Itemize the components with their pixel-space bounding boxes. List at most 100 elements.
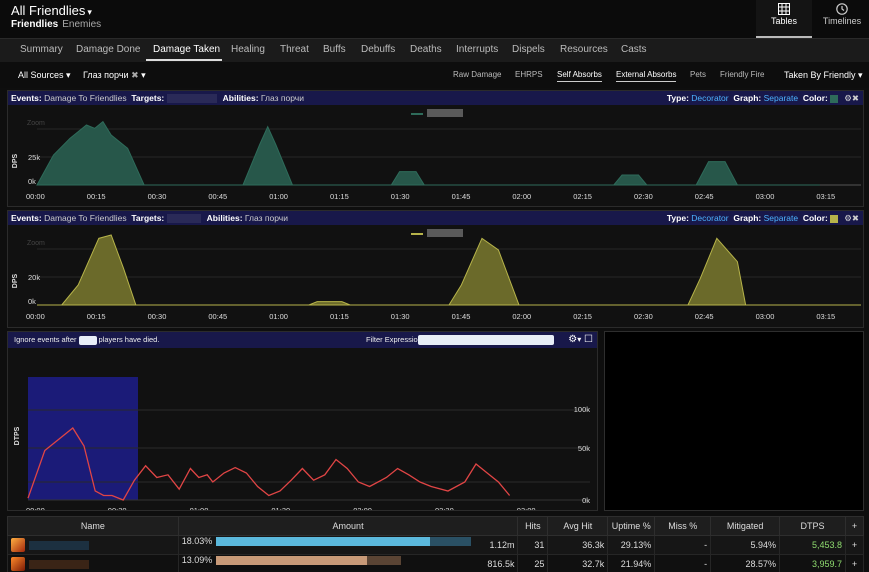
hits-cell: 25 (517, 554, 549, 572)
grid-icon (778, 3, 790, 15)
dtps-panel: Ignore events after players have died. Fi… (7, 331, 598, 515)
expand-button[interactable]: + (844, 535, 865, 555)
col-uptime[interactable]: Uptime % (607, 516, 656, 536)
col-avg-hit[interactable]: Avg Hit (547, 516, 609, 536)
option-self-absorbs[interactable]: Self Absorbs (557, 70, 602, 82)
x-tick-label: 02:00 (353, 506, 372, 510)
x-tick-label: 02:15 (573, 312, 592, 321)
option-pets[interactable]: Pets (690, 70, 706, 79)
close-icon[interactable]: ✖ (852, 213, 859, 223)
tab-summary[interactable]: Summary (20, 44, 63, 55)
tab-deaths[interactable]: Deaths (410, 44, 442, 55)
dtps-chart: DTPS 100k 50k 0k 00:00 00:30 01:00 01:30 02:00 02… (14, 377, 590, 515)
col-name[interactable]: Name (7, 516, 179, 536)
x-tick-label: 03:15 (816, 312, 835, 321)
tab-buffs[interactable]: Buffs (323, 44, 346, 55)
tab-bar: Summary Damage Done Damage Taken Healing… (0, 38, 869, 62)
option-external-absorbs[interactable]: External Absorbs (616, 70, 677, 82)
option-ehrps[interactable]: EHRPS (515, 70, 543, 79)
color-swatch[interactable] (829, 214, 838, 223)
y-tick-label: 20k (28, 273, 40, 282)
tab-damage-taken[interactable]: Damage Taken (153, 44, 220, 55)
ability-label: Глаз порчи (83, 70, 129, 80)
tab-threat[interactable]: Threat (280, 44, 309, 55)
type-value[interactable]: Decorator (691, 93, 728, 103)
report-title-dropdown[interactable]: All Friendlies ▾ (11, 3, 92, 18)
enemies-link[interactable]: Enemies (62, 19, 101, 30)
hits-cell: 31 (517, 535, 549, 555)
avg-hit-cell: 32.7k (547, 554, 609, 572)
graph-value[interactable]: Separate (764, 213, 799, 223)
targets-label: Targets: (131, 213, 165, 223)
remove-filter-icon[interactable]: ✖ (131, 70, 139, 80)
events-label: Events: (11, 213, 42, 223)
x-tick-label: 02:45 (695, 312, 714, 321)
friendlies-link[interactable]: Friendlies (11, 19, 58, 30)
legend-swatch (411, 233, 423, 235)
tab-debuffs[interactable]: Debuffs (361, 44, 395, 55)
tab-resources[interactable]: Resources (560, 44, 608, 55)
graph-value[interactable]: Separate (764, 93, 799, 103)
color-swatch[interactable] (829, 94, 838, 103)
abilities-value[interactable]: Глаз порчи (261, 93, 304, 103)
graph-2-settings: Type: Decorator Graph: Separate Color: ⚙… (667, 211, 859, 225)
type-value[interactable]: Decorator (691, 213, 728, 223)
table-header-row: Name Amount Hits Avg Hit Uptime % Miss %… (7, 516, 865, 536)
expand-button[interactable]: + (844, 554, 865, 572)
taken-by-dropdown[interactable]: Taken By Friendly ▾ (784, 70, 863, 81)
col-hits[interactable]: Hits (517, 516, 549, 536)
maximize-icon[interactable]: ☐ (584, 334, 593, 345)
targets-value[interactable] (167, 214, 202, 224)
filter-expression-input[interactable] (418, 335, 554, 345)
x-tick-label: 00:00 (26, 506, 45, 510)
name-cell[interactable] (7, 535, 179, 555)
timelines-view-button[interactable]: Timelines (814, 0, 869, 38)
gear-icon[interactable]: ⚙ (568, 334, 577, 345)
filter-bar: All Sources ▾ Глаз порчи ✖ ▾ Raw Damage … (0, 62, 869, 88)
abilities-value[interactable]: Глаз порчи (245, 213, 288, 223)
tables-view-button[interactable]: Tables (756, 0, 812, 38)
name-cell[interactable] (7, 554, 179, 572)
y-tick-label: 0k (28, 297, 36, 306)
graph-1-settings: Type: Decorator Graph: Separate Color: ⚙… (667, 91, 859, 105)
amount-percent: 13.09% (181, 555, 213, 565)
caret-down-icon[interactable]: ▾ (577, 335, 581, 344)
amount-value: 816.5k (487, 559, 515, 569)
graph-2-chart: Zoom DPS 20k 0k 00:00 00:15 00:30 00:45 01:00 01:… (12, 229, 861, 321)
col-mitigated[interactable]: Mitigated (710, 516, 781, 536)
mitigated-cell: 5.94% (710, 535, 781, 555)
x-tick-label: 00:15 (87, 192, 106, 201)
amount-percent: 18.03% (181, 536, 213, 546)
targets-value[interactable] (167, 94, 218, 104)
table-row[interactable]: 13.09% 816.5k 25 32.7k 21.94% - 28.57% 3,… (7, 554, 865, 572)
table-row[interactable]: 18.03% 1.12m 31 36.3k 29.13% - 5.94% 5,45… (7, 535, 865, 555)
tab-dispels[interactable]: Dispels (512, 44, 545, 55)
type-label: Type: (666, 213, 689, 223)
events-value[interactable]: Damage To Friendlies (44, 213, 127, 223)
graph-panel-2: Events: Damage To Friendlies Targets: Ab… (7, 210, 864, 328)
sources-dropdown[interactable]: All Sources ▾ (18, 70, 71, 81)
gear-icon[interactable]: ⚙ (844, 93, 852, 103)
tab-casts[interactable]: Casts (621, 44, 647, 55)
x-tick-label: 02:00 (512, 312, 531, 321)
option-friendly-fire[interactable]: Friendly Fire (720, 70, 764, 79)
tab-interrupts[interactable]: Interrupts (456, 44, 498, 55)
tab-damage-done[interactable]: Damage Done (76, 44, 140, 55)
y-axis-label: DPS (12, 273, 19, 288)
close-icon[interactable]: ✖ (852, 93, 859, 103)
player-name[interactable] (29, 559, 89, 569)
player-name[interactable] (29, 540, 89, 550)
graph-1-header: Events: Damage To Friendlies Targets: Ab… (8, 91, 863, 105)
col-miss[interactable]: Miss % (654, 516, 712, 536)
ability-filter[interactable]: Глаз порчи ✖ ▾ (83, 70, 146, 81)
ignore-deaths-input[interactable] (78, 335, 97, 345)
events-value[interactable]: Damage To Friendlies (44, 93, 127, 103)
amount-cell: 13.09% 816.5k (177, 554, 519, 572)
tab-healing[interactable]: Healing (231, 44, 265, 55)
option-raw-damage[interactable]: Raw Damage (453, 70, 501, 79)
dtps-cell: 5,453.8 (779, 535, 846, 555)
gear-icon[interactable]: ⚙ (844, 213, 852, 223)
col-amount[interactable]: Amount (177, 516, 519, 536)
col-add[interactable]: + (844, 516, 865, 536)
col-dtps[interactable]: DTPS (779, 516, 846, 536)
